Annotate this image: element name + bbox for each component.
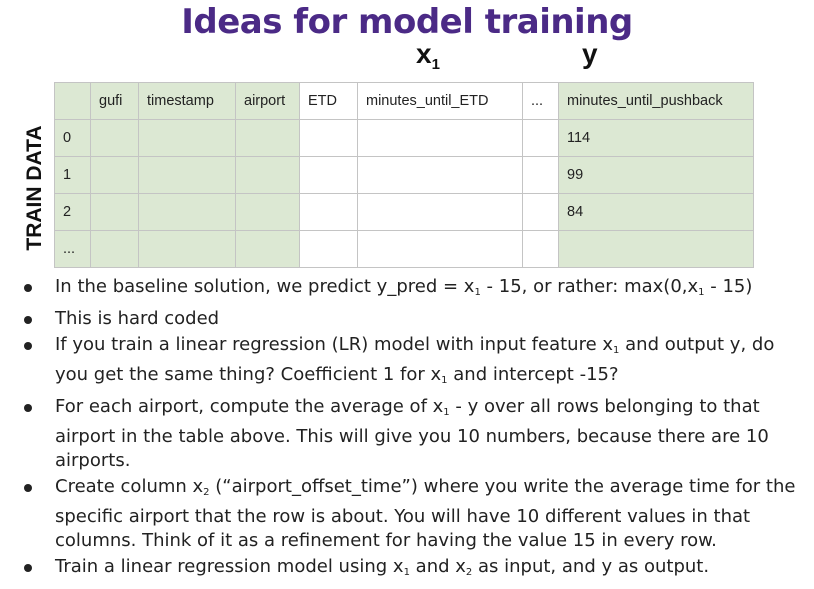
table-cell	[90, 119, 139, 157]
table-header-row: gufi timestamp airport ETD minutes_until_ETD…	[54, 82, 754, 120]
column-header: ...	[522, 82, 559, 120]
bullet-text: If you train a linear regression (LR) mo…	[55, 334, 614, 355]
bullet-text: Create column x	[55, 476, 204, 497]
table-cell	[138, 119, 236, 157]
table-cell	[522, 230, 559, 268]
bullet-item: In the baseline solution, we predict y_p…	[20, 275, 810, 305]
table-cell	[299, 230, 358, 268]
table-cell: 99	[558, 156, 754, 194]
table-cell	[90, 193, 139, 231]
table-cell	[138, 230, 236, 268]
bullet-list: In the baseline solution, we predict y_p…	[20, 275, 810, 587]
bullet-text: - 15, or rather: max(0,x	[480, 276, 699, 297]
table-row: ...	[54, 230, 754, 268]
table-cell	[90, 156, 139, 194]
table-cell: 84	[558, 193, 754, 231]
bullet-text: as input, and y as output.	[472, 556, 710, 577]
column-header: ETD	[299, 82, 358, 120]
bullet-dot-icon	[24, 484, 32, 492]
x1-label: x1	[416, 38, 440, 73]
bullet-item: Train a linear regression model using x1…	[20, 555, 810, 585]
table-cell	[90, 230, 139, 268]
table-cell	[138, 193, 236, 231]
column-header: gufi	[90, 82, 139, 120]
row-index: 1	[54, 156, 91, 194]
column-header: airport	[235, 82, 300, 120]
row-index: 2	[54, 193, 91, 231]
table-cell	[138, 156, 236, 194]
table-cell	[522, 156, 559, 194]
slide-title: Ideas for model training	[181, 2, 633, 42]
table-cell	[357, 193, 523, 231]
bullet-dot-icon	[24, 342, 32, 350]
bullet-item: For each airport, compute the average of…	[20, 395, 810, 473]
bullet-dot-icon	[24, 316, 32, 324]
column-header	[54, 82, 91, 120]
bullet-text: and intercept -15?	[447, 364, 619, 385]
bullet-dot-icon	[24, 564, 32, 572]
bullet-text: For each airport, compute the average of…	[55, 396, 444, 417]
table-cell	[558, 230, 754, 268]
bullet-text: - 15)	[704, 276, 753, 297]
bullet-item: If you train a linear regression (LR) mo…	[20, 333, 810, 393]
train-data-label: TRAIN DATA	[23, 125, 46, 251]
table-cell	[235, 193, 300, 231]
table-cell	[235, 230, 300, 268]
train-data-table: gufi timestamp airport ETD minutes_until_ETD…	[54, 82, 754, 268]
table-cell	[299, 119, 358, 157]
table-cell	[522, 193, 559, 231]
table-cell	[299, 193, 358, 231]
table-cell	[299, 156, 358, 194]
table-cell	[357, 156, 523, 194]
table-row: 2 84	[54, 193, 754, 231]
bullet-text: In the baseline solution, we predict y_p…	[55, 276, 475, 297]
table-cell	[522, 119, 559, 157]
y-label: y	[582, 38, 598, 69]
row-index: 0	[54, 119, 91, 157]
bullet-dot-icon	[24, 404, 32, 412]
table-cell	[235, 119, 300, 157]
bullet-dot-icon	[24, 284, 32, 292]
bullet-text: and x	[409, 556, 466, 577]
row-index: ...	[54, 230, 91, 268]
column-header: timestamp	[138, 82, 236, 120]
table-cell	[357, 119, 523, 157]
table-cell	[357, 230, 523, 268]
column-header: minutes_until_ETD	[357, 82, 523, 120]
table-cell: 114	[558, 119, 754, 157]
table-cell	[235, 156, 300, 194]
bullet-item: This is hard coded	[20, 307, 810, 331]
table-row: 1 99	[54, 156, 754, 194]
table-row: 0 114	[54, 119, 754, 157]
bullet-text: Train a linear regression model using x	[55, 556, 404, 577]
bullet-text: This is hard coded	[55, 308, 220, 329]
column-header: minutes_until_pushback	[558, 82, 754, 120]
bullet-item: Create column x2 (“airport_offset_time”)…	[20, 475, 810, 553]
